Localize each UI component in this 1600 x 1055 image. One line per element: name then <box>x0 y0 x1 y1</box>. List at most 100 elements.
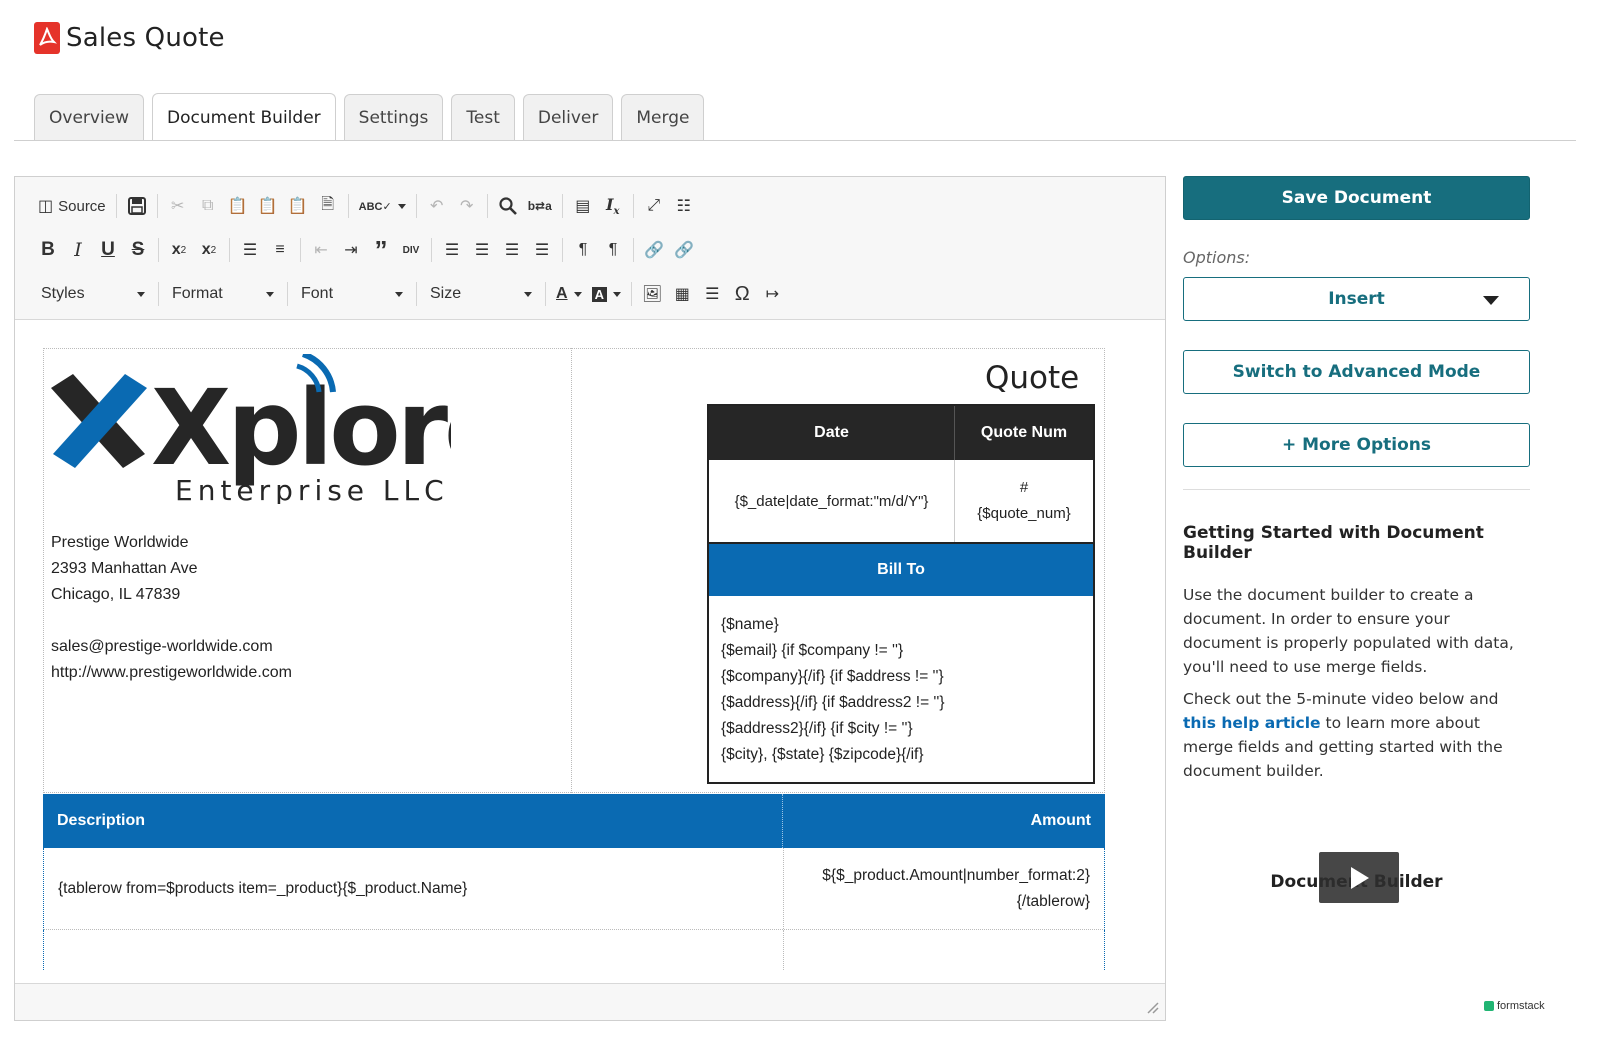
save-document-button[interactable]: Save Document <box>1183 176 1530 220</box>
quote-meta-table: Date Quote Num {$_date|date_format:"m/d/… <box>707 404 1095 784</box>
app-header: Sales Quote <box>34 22 225 54</box>
quote-heading: Quote <box>985 360 1080 396</box>
resize-handle-icon[interactable] <box>1145 1000 1159 1014</box>
options-label: Options: <box>1183 248 1251 267</box>
background-color-icon[interactable]: A <box>587 279 626 309</box>
editor-status-bar <box>15 983 1165 1020</box>
insert-label: Insert <box>1328 289 1385 309</box>
more-options-button[interactable]: + More Options <box>1183 423 1530 467</box>
play-icon[interactable] <box>1319 852 1399 903</box>
row-description: {tablerow from=$products item=_product}{… <box>44 848 784 929</box>
italic-icon[interactable]: I <box>63 235 93 265</box>
outdent-icon[interactable]: ⇤ <box>306 235 336 265</box>
special-char-icon[interactable]: Ω <box>727 279 757 309</box>
description-header: Description <box>43 794 783 848</box>
table-row: {tablerow from=$products item=_product}{… <box>43 848 1105 930</box>
subscript-icon[interactable]: x2 <box>164 235 194 265</box>
templates-icon[interactable]: 🗎 <box>313 191 343 221</box>
redo-icon[interactable]: ↷ <box>452 191 482 221</box>
save-icon[interactable] <box>122 191 152 221</box>
remove-format-icon[interactable]: Ix <box>598 191 628 221</box>
row-amount: ${$_product.Amount|number_format:2} <box>822 866 1090 884</box>
chevron-down-icon <box>1483 296 1499 305</box>
bill-to-line: {$city}, {$state} {$zipcode}{/if} <box>721 746 924 763</box>
logo-brand: Xplore <box>151 367 451 489</box>
underline-icon[interactable]: U <box>93 235 123 265</box>
tab-test[interactable]: Test <box>451 94 515 140</box>
table-icon[interactable]: ▦ <box>667 279 697 309</box>
cut-icon[interactable]: ✂ <box>163 191 193 221</box>
justify-icon[interactable]: ☰ <box>527 235 557 265</box>
page-break-icon[interactable]: ↦ <box>757 279 787 309</box>
brand-name: formstack <box>1497 1000 1545 1012</box>
company-website: http://www.prestigeworldwide.com <box>51 664 292 681</box>
switch-advanced-mode-button[interactable]: Switch to Advanced Mode <box>1183 350 1530 394</box>
row-amount-close: {/tablerow} <box>1016 892 1090 910</box>
bill-to-line: {$company}{/if} {if $address != ''} <box>721 668 944 685</box>
video-player[interactable]: Document Builder <box>1183 836 1530 936</box>
line-items-table: Description Amount {tablerow from=$produ… <box>43 794 1105 970</box>
blockquote-icon[interactable]: ” <box>366 235 396 265</box>
horizontal-rule-icon[interactable]: ☰ <box>697 279 727 309</box>
source-label: Source <box>58 197 106 215</box>
indent-icon[interactable]: ⇥ <box>336 235 366 265</box>
size-dropdown[interactable]: Size <box>422 279 540 309</box>
tabs-divider <box>14 140 1576 141</box>
bill-to-header: Bill To <box>709 542 1093 596</box>
text-color-icon[interactable]: A <box>551 279 587 309</box>
tab-merge[interactable]: Merge <box>621 94 705 140</box>
ltr-icon[interactable]: ¶ <box>568 235 598 265</box>
help-paragraph: Use the document builder to create a doc… <box>1183 586 1514 676</box>
div-icon[interactable]: DIV <box>396 235 426 265</box>
format-dropdown[interactable]: Format <box>164 279 282 309</box>
tab-bar: Overview Document Builder Settings Test … <box>34 93 705 142</box>
paste-text-icon[interactable]: 📋 <box>253 191 283 221</box>
font-dropdown[interactable]: Font <box>293 279 411 309</box>
rich-text-editor: ◫ Source ✂ ⧉ 📋 📋 📋 🗎 ABC✓ ↶ ↷ b⇄a ▤ Ix ⤢… <box>14 176 1166 1021</box>
document-canvas[interactable]: Xplore Enterprise LLC Prestige Worldwide… <box>15 320 1165 970</box>
image-icon[interactable]: 🖼 <box>637 279 667 309</box>
bill-to-fields: {$name} {$email} {if $company != ''} {$c… <box>709 596 1093 782</box>
align-center-icon[interactable]: ☰ <box>467 235 497 265</box>
paste-word-icon[interactable]: 📋 <box>283 191 313 221</box>
chevron-down-icon <box>266 291 274 297</box>
paste-icon[interactable]: 📋 <box>223 191 253 221</box>
tab-settings[interactable]: Settings <box>343 94 444 140</box>
tab-overview[interactable]: Overview <box>34 94 145 140</box>
strikethrough-icon[interactable]: S <box>123 235 153 265</box>
numbered-list-icon[interactable]: ☰ <box>235 235 265 265</box>
page-title: Sales Quote <box>66 23 225 53</box>
copy-icon[interactable]: ⧉ <box>193 191 223 221</box>
date-header: Date <box>709 406 955 460</box>
font-label: Font <box>301 285 334 302</box>
insert-dropdown[interactable]: Insert <box>1183 277 1530 321</box>
chevron-down-icon <box>524 291 532 297</box>
company-logo: Xplore Enterprise LLC <box>51 351 515 509</box>
help-article-link[interactable]: this help article <box>1183 714 1321 732</box>
unlink-icon[interactable]: 🔗 <box>669 235 699 265</box>
show-blocks-icon[interactable]: ☷ <box>669 191 699 221</box>
select-all-icon[interactable]: ▤ <box>568 191 598 221</box>
find-icon[interactable] <box>493 191 523 221</box>
tab-deliver[interactable]: Deliver <box>522 94 614 140</box>
side-panel: Save Document Options: Insert Switch to … <box>1183 176 1530 903</box>
rtl-icon[interactable]: ¶ <box>598 235 628 265</box>
formstack-icon <box>1484 1001 1494 1011</box>
tab-document-builder[interactable]: Document Builder <box>152 93 336 141</box>
spellcheck-icon[interactable]: ABC✓ <box>354 191 411 221</box>
replace-icon[interactable]: b⇄a <box>523 191 557 221</box>
bold-icon[interactable]: B <box>33 235 63 265</box>
bill-to-line: {$address}{/if} {if $address2 != ''} <box>721 694 945 711</box>
help-title: Getting Started with Document Builder <box>1183 523 1484 563</box>
help-paragraph: Check out the 5-minute video below and t… <box>1183 690 1503 780</box>
source-button[interactable]: ◫ Source <box>33 191 111 221</box>
superscript-icon[interactable]: x2 <box>194 235 224 265</box>
link-icon[interactable]: 🔗 <box>639 235 669 265</box>
align-left-icon[interactable]: ☰ <box>437 235 467 265</box>
maximize-icon[interactable]: ⤢ <box>639 191 669 221</box>
align-right-icon[interactable]: ☰ <box>497 235 527 265</box>
bulleted-list-icon[interactable]: ≡ <box>265 235 295 265</box>
undo-icon[interactable]: ↶ <box>422 191 452 221</box>
quote-num-header: Quote Num <box>980 424 1068 441</box>
styles-dropdown[interactable]: Styles <box>33 279 153 309</box>
